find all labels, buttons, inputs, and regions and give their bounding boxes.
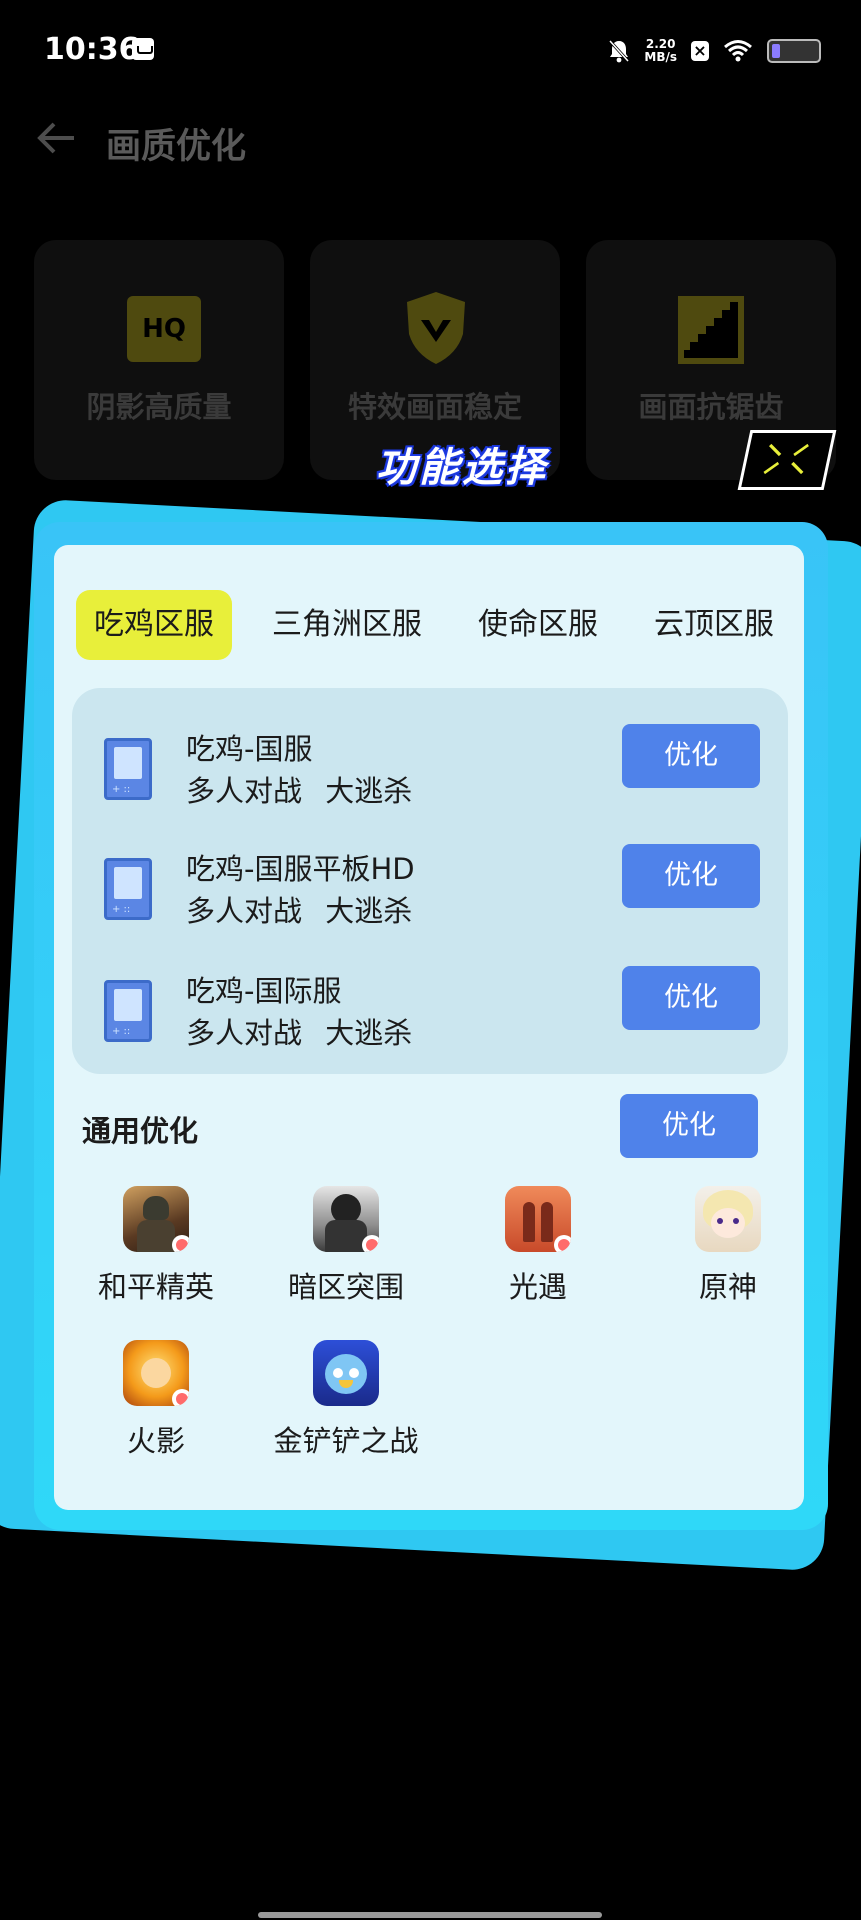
optimize-button[interactable]: 优化 [622,966,760,1030]
close-button[interactable] [737,430,837,490]
server-tags: 多人对战 大逃杀 [186,894,413,928]
wifi-icon [724,40,752,62]
feature-card-label: 画面抗锯齿 [638,390,784,424]
app-naruto[interactable]: 火影 [76,1340,236,1460]
app-tft[interactable]: 金铲铲之战 [266,1340,426,1460]
arena-breakout-icon [313,1186,379,1252]
home-indicator[interactable] [258,1912,602,1918]
list-item: 吃鸡-国服 多人对战 大逃杀 优化 [72,718,788,838]
clock: 10:36 [44,32,140,67]
antialias-icon [678,296,744,364]
tab-tft-server[interactable]: 云顶区服 [636,590,792,660]
feature-card-label: 特效画面稳定 [347,390,522,424]
calendar-icon [132,38,154,60]
game-device-icon [104,858,152,920]
list-item: 吃鸡-国际服 多人对战 大逃杀 优化 [72,960,788,1080]
optimize-button[interactable]: 优化 [622,724,760,788]
app-label: 金铲铲之战 [273,1424,419,1458]
server-tags: 多人对战 大逃杀 [186,1016,413,1050]
shield-icon [407,292,465,364]
tab-cod-server[interactable]: 使命区服 [460,590,616,660]
app-label: 暗区突围 [287,1270,404,1304]
general-optimize-label: 通用优化 [82,1114,199,1148]
optimize-button[interactable]: 优化 [622,844,760,908]
network-speed-unit: MB/s [644,50,677,64]
app-genshin[interactable]: 原神 [648,1186,808,1306]
hq-icon: HQ [127,296,201,362]
mute-icon [609,39,630,63]
server-tabs: 吃鸡区服 三角洲区服 使命区服 云顶区服 [76,590,796,660]
tft-icon [313,1340,379,1406]
sky-icon [505,1186,571,1252]
status-icons: 2.20 MB/s × [608,34,821,68]
app-peace-elite[interactable]: 和平精英 [76,1186,236,1306]
close-icon [763,443,809,475]
battery-icon [767,39,821,63]
naruto-icon [123,1340,189,1406]
app-sky[interactable]: 光遇 [458,1186,618,1306]
x-app-icon: × [691,41,709,61]
server-list: 吃鸡-国服 多人对战 大逃杀 优化 吃鸡-国服平板HD 多人对战 大逃杀 优化 … [72,688,788,1074]
tab-delta-server[interactable]: 三角洲区服 [254,590,440,660]
page-title: 画质优化 [106,127,247,167]
network-speed: 2.20 MB/s [644,38,677,64]
game-device-icon [104,980,152,1042]
server-name: 吃鸡-国服平板HD [186,852,415,886]
genshin-icon [695,1186,761,1252]
game-device-icon [104,738,152,800]
app-label: 原神 [698,1270,757,1304]
status-bar: 10:36 2.20 MB/s × [0,0,861,100]
server-name: 吃鸡-国际服 [186,974,342,1008]
back-arrow-icon[interactable] [34,116,78,160]
general-optimize-button[interactable]: 优化 [620,1094,758,1158]
app-label: 和平精英 [97,1270,214,1304]
tab-pubg-server[interactable]: 吃鸡区服 [76,590,232,660]
dialog-title: 功能选择 [376,445,548,491]
peace-elite-icon [123,1186,189,1252]
feature-card-shadow[interactable]: HQ 阴影高质量 [34,240,284,480]
app-label: 火影 [126,1424,185,1458]
app-arena-breakout[interactable]: 暗区突围 [266,1186,426,1306]
list-item: 吃鸡-国服平板HD 多人对战 大逃杀 优化 [72,838,788,958]
app-label: 光遇 [508,1270,567,1304]
server-tags: 多人对战 大逃杀 [186,774,413,808]
server-name: 吃鸡-国服 [186,732,313,766]
feature-card-label: 阴影高质量 [86,390,232,424]
